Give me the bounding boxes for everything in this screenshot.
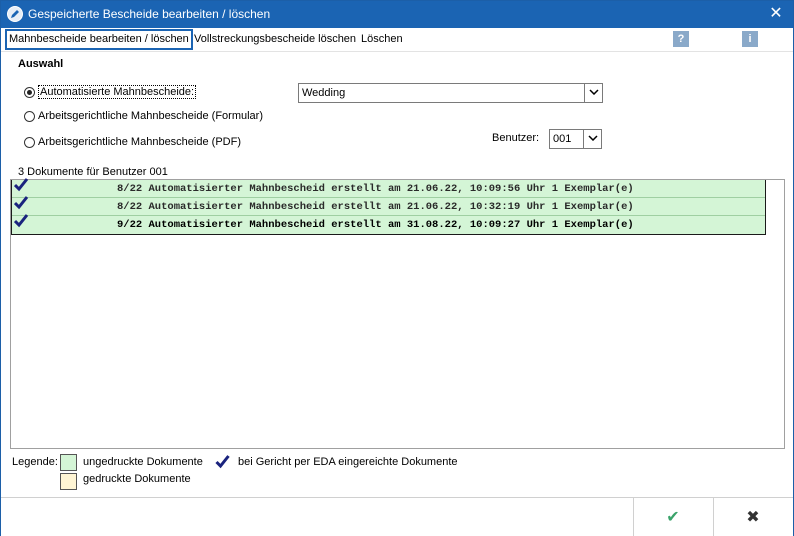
dialog-window: Gespeicherte Bescheide bearbeiten / lösc… [0,0,794,536]
ok-button[interactable]: ✔ [633,498,712,536]
radio-label: Arbeitsgerichtliche Mahnbescheide (Formu… [38,110,263,122]
close-icon[interactable]: ✕ [765,4,787,24]
checkmark-icon [14,196,28,210]
radio-button-icon[interactable] [24,86,35,98]
list-item[interactable]: 8/22 Automatisierter Mahnbescheid erstel… [12,178,765,198]
user-label: Benutzer: [492,132,540,144]
edit-pencil-icon [7,6,23,22]
radio-label: Automatisierte Mahnbescheide: [38,85,197,99]
radio-button-icon[interactable] [24,136,35,148]
document-text: 9/22 Automatisierter Mahnbescheid erstel… [117,219,634,231]
menu-item-mahnbescheide[interactable]: Mahnbescheide bearbeiten / löschen [5,29,193,50]
auswahl-heading: Auswahl [18,58,64,70]
printed-color-swatch [60,473,77,490]
legend-label: Legende: [12,456,58,468]
radio-label: Arbeitsgerichtliche Mahnbescheide (PDF) [38,136,241,148]
checkmark-icon [14,214,28,228]
court-select-value: Wedding [302,87,346,99]
document-text: 8/22 Automatisierter Mahnbescheid erstel… [117,183,634,195]
cancel-button[interactable]: ✖ [713,498,792,536]
legend-unprinted: ungedruckte Dokumente [83,456,203,468]
legend-printed: gedruckte Dokumente [83,473,191,485]
menu-item-loeschen[interactable]: Löschen [358,32,406,49]
chevron-down-icon[interactable] [583,130,601,148]
help-icon[interactable]: ? [673,31,689,47]
footer-bar: ✔ ✖ [1,497,793,536]
checkmark-icon [14,178,28,192]
document-rows: 8/22 Automatisierter Mahnbescheid erstel… [11,178,766,235]
radio-pdf[interactable]: Arbeitsgerichtliche Mahnbescheide (PDF) [24,135,241,149]
list-item[interactable]: 8/22 Automatisierter Mahnbescheid erstel… [12,196,765,216]
window-title: Gespeicherte Bescheide bearbeiten / lösc… [28,7,271,21]
user-select-value: 001 [553,133,572,145]
title-bar: Gespeicherte Bescheide bearbeiten / lösc… [1,1,793,28]
chevron-down-icon[interactable] [584,84,602,102]
menu-bar: Mahnbescheide bearbeiten / löschen Volls… [1,28,793,52]
court-select[interactable]: Wedding [298,83,603,103]
checkmark-icon [215,455,230,469]
document-count-caption: 3 Dokumente für Benutzer 001 [18,166,168,178]
list-item[interactable]: 9/22 Automatisierter Mahnbescheid erstel… [12,214,765,234]
document-list[interactable]: 8/22 Automatisierter Mahnbescheid erstel… [10,178,785,449]
legend-eda: bei Gericht per EDA eingereichte Dokumen… [238,456,458,468]
menu-item-vollstreckungsbescheide[interactable]: Vollstreckungsbescheide löschen [191,32,359,49]
unprinted-color-swatch [60,454,77,471]
info-icon[interactable]: i [742,31,758,47]
user-select[interactable]: 001 [549,129,602,149]
radio-formular[interactable]: Arbeitsgerichtliche Mahnbescheide (Formu… [24,109,263,123]
radio-button-icon[interactable] [24,110,35,122]
radio-automatisierte[interactable]: Automatisierte Mahnbescheide: [24,85,197,99]
document-text: 8/22 Automatisierter Mahnbescheid erstel… [117,201,634,213]
